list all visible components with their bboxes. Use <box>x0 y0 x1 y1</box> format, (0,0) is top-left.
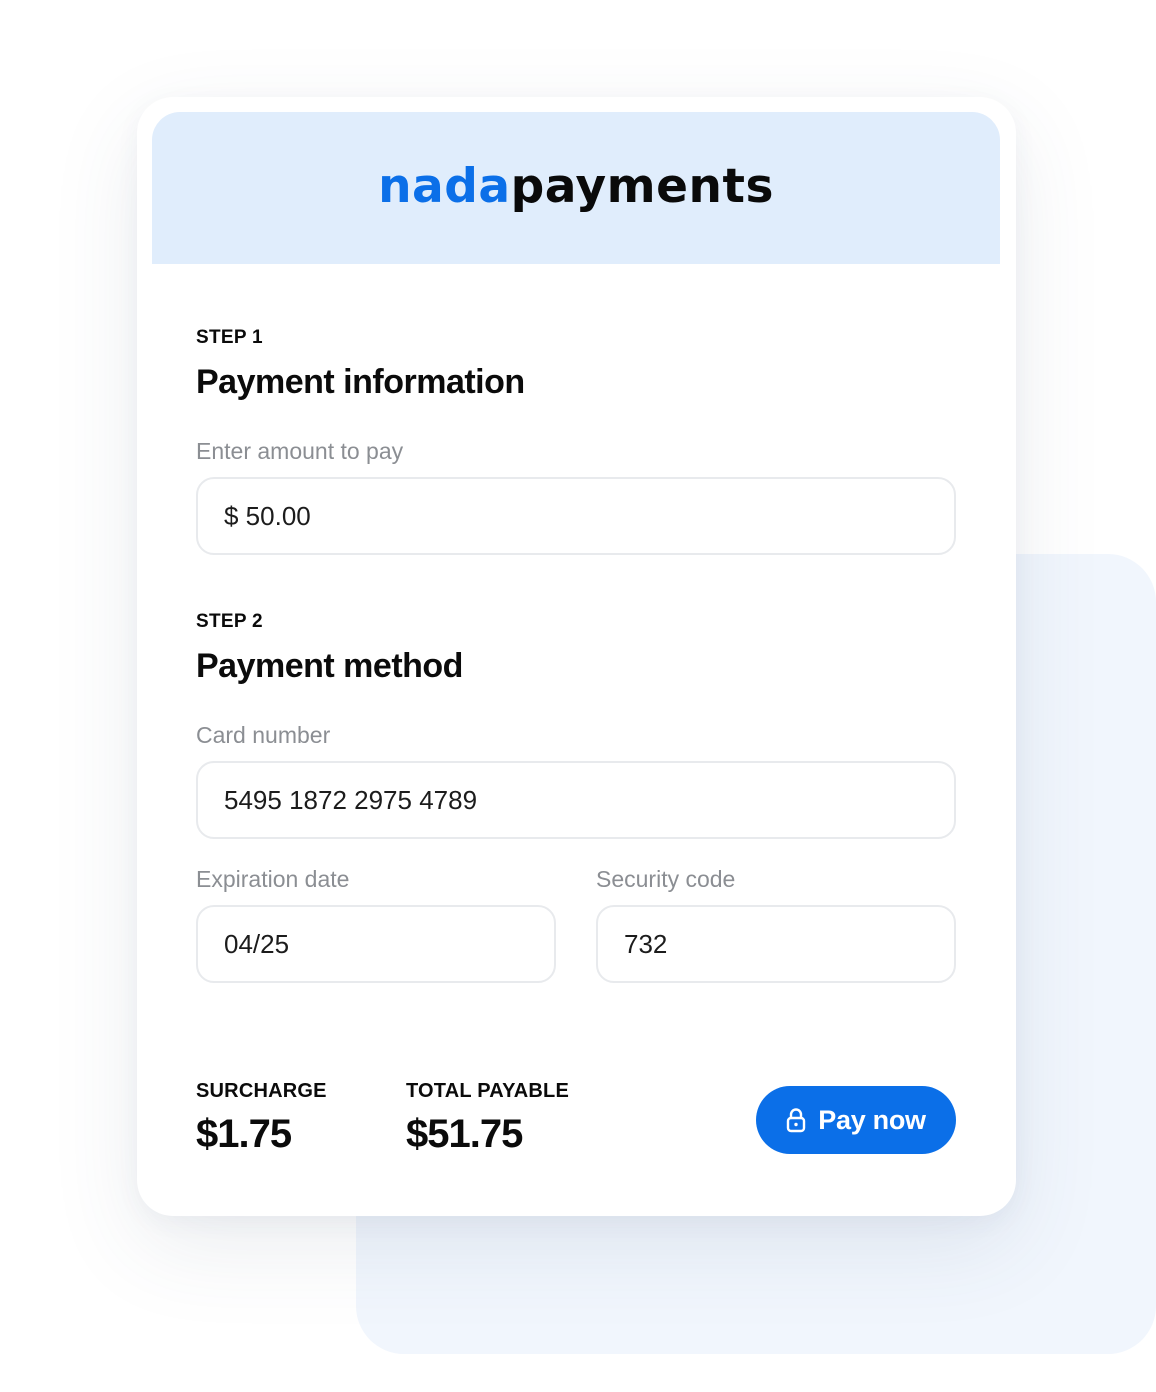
security-code-label: Security code <box>596 866 736 892</box>
expiration-date-input[interactable]: 04/25 <box>196 905 556 983</box>
payment-information-title: Payment information <box>196 363 525 401</box>
card-header: nadapayments <box>152 112 1000 264</box>
expiration-date-label: Expiration date <box>196 866 350 892</box>
payment-method-title: Payment method <box>196 647 463 685</box>
expiration-date-value: 04/25 <box>224 928 290 959</box>
payment-stage: nadapayments STEP 1 Payment information … <box>0 0 1156 1392</box>
card-number-value: 5495 1872 2975 4789 <box>224 784 478 815</box>
card-number-label: Card number <box>196 722 331 748</box>
amount-label: Enter amount to pay <box>196 438 404 464</box>
total-payable-value: $51.75 <box>406 1112 523 1156</box>
step1-label: STEP 1 <box>196 327 263 348</box>
step2-label: STEP 2 <box>196 611 263 632</box>
amount-value: $ 50.00 <box>224 500 311 531</box>
total-payable-label: TOTAL PAYABLE <box>406 1080 570 1102</box>
payment-card: nadapayments STEP 1 Payment information … <box>137 97 1016 1216</box>
security-code-input[interactable]: 732 <box>596 905 956 983</box>
card-number-input[interactable]: 5495 1872 2975 4789 <box>196 761 956 839</box>
security-code-value: 732 <box>624 928 668 959</box>
pay-now-label: Pay now <box>818 1104 926 1135</box>
lock-icon <box>786 1107 806 1133</box>
surcharge-value: $1.75 <box>196 1112 292 1156</box>
nadapayments-logo: nadapayments <box>378 158 774 214</box>
pay-now-button[interactable]: Pay now <box>756 1086 956 1154</box>
surcharge-label: SURCHARGE <box>196 1080 327 1102</box>
amount-input[interactable]: $ 50.00 <box>196 477 956 555</box>
